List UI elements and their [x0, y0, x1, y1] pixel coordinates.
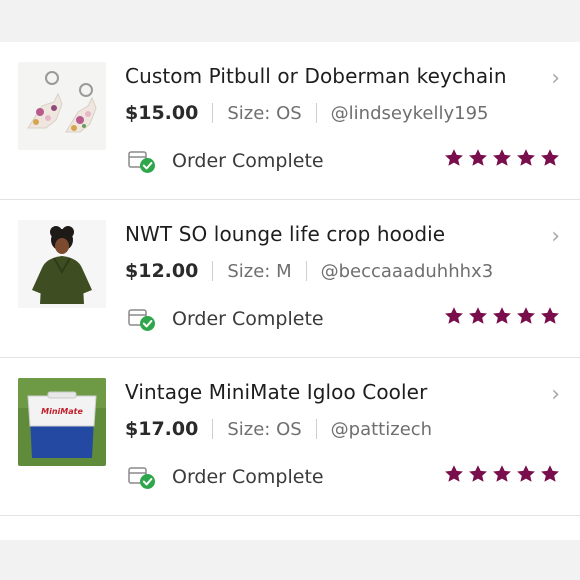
- bottom-band: [0, 540, 580, 580]
- item-title[interactable]: Vintage MiniMate Igloo Cooler: [125, 380, 535, 404]
- star-icon: [492, 464, 512, 484]
- star-icon: [540, 148, 560, 168]
- item-title[interactable]: Custom Pitbull or Doberman keychain: [125, 64, 535, 88]
- seller-handle[interactable]: @lindseykelly195: [331, 103, 489, 124]
- star-icon: [492, 148, 512, 168]
- order-row[interactable]: Custom Pitbull or Doberman keychain › $1…: [0, 42, 580, 200]
- item-price: $12.00: [125, 260, 199, 282]
- item-price: $15.00: [125, 102, 199, 124]
- package-check-icon: [128, 151, 155, 173]
- rating-stars: [444, 306, 560, 326]
- top-band: [0, 0, 580, 42]
- star-icon: [444, 306, 464, 326]
- meta-divider: [212, 419, 214, 439]
- order-status: Order Complete: [128, 148, 324, 174]
- order-status: Order Complete: [128, 464, 324, 490]
- meta-divider: [212, 103, 214, 123]
- star-icon: [516, 148, 536, 168]
- star-icon: [516, 306, 536, 326]
- meta-divider: [315, 103, 317, 123]
- item-size: Size: OS: [227, 102, 302, 124]
- order-row[interactable]: NWT SO lounge life crop hoodie › $12.00 …: [0, 200, 580, 358]
- meta-divider: [305, 261, 307, 281]
- status-text: Order Complete: [172, 466, 324, 488]
- chevron-right-icon[interactable]: ›: [551, 382, 560, 407]
- item-meta: $12.00 Size: M @beccaaaduhhhx3: [125, 258, 493, 284]
- star-icon: [468, 148, 488, 168]
- package-check-icon: [128, 467, 155, 489]
- item-meta: $15.00 Size: OS @lindseykelly195: [125, 100, 488, 126]
- star-icon: [444, 148, 464, 168]
- keychain-photo: [18, 62, 106, 150]
- star-icon: [540, 306, 560, 326]
- star-icon: [468, 464, 488, 484]
- cooler-thumbnail[interactable]: MiniMate: [18, 378, 106, 466]
- star-icon: [492, 306, 512, 326]
- svg-text:MiniMate: MiniMate: [41, 407, 83, 416]
- seller-handle[interactable]: @beccaaaduhhhx3: [321, 261, 494, 282]
- chevron-right-icon[interactable]: ›: [551, 66, 560, 91]
- status-text: Order Complete: [172, 308, 324, 330]
- hoodie-thumbnail[interactable]: [18, 220, 106, 308]
- star-icon: [540, 464, 560, 484]
- hoodie-photo: [18, 220, 106, 308]
- item-size: Size: OS: [227, 418, 302, 440]
- status-text: Order Complete: [172, 150, 324, 172]
- star-icon: [468, 306, 488, 326]
- item-meta: $17.00 Size: OS @pattizech: [125, 416, 432, 442]
- item-size: Size: M: [227, 260, 292, 282]
- cooler-photo: MiniMate: [18, 378, 106, 466]
- order-status: Order Complete: [128, 306, 324, 332]
- order-list: Custom Pitbull or Doberman keychain › $1…: [0, 42, 580, 516]
- star-icon: [444, 464, 464, 484]
- meta-divider: [212, 261, 214, 281]
- star-icon: [516, 464, 536, 484]
- order-row[interactable]: MiniMate Vintage MiniMate Igloo Cooler ›…: [0, 358, 580, 516]
- item-title[interactable]: NWT SO lounge life crop hoodie: [125, 222, 535, 246]
- rating-stars: [444, 464, 560, 484]
- seller-handle[interactable]: @pattizech: [331, 419, 432, 440]
- package-check-icon: [128, 309, 155, 331]
- meta-divider: [315, 419, 317, 439]
- chevron-right-icon[interactable]: ›: [551, 224, 560, 249]
- item-price: $17.00: [125, 418, 199, 440]
- keychain-thumbnail[interactable]: [18, 62, 106, 150]
- rating-stars: [444, 148, 560, 168]
